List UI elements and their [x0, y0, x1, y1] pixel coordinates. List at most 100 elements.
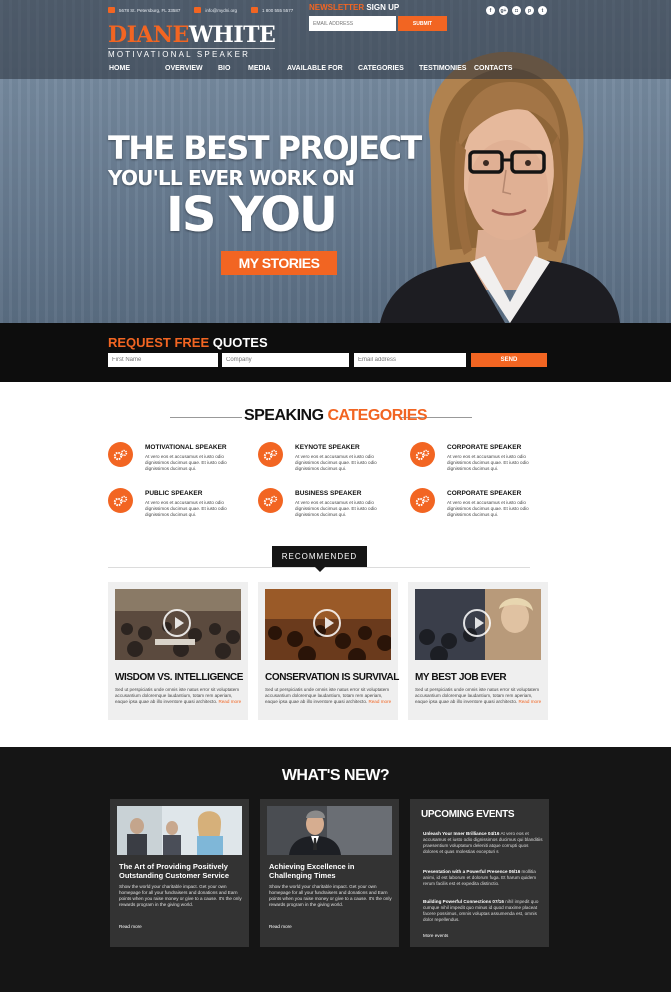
events-card: UPCOMING EVENTS Unleash Your Inner Brill… [410, 799, 549, 947]
card-text: Sed ut perspiciatis unde omnis iste natu… [115, 687, 243, 705]
category-title: CORPORATE SPEAKER [447, 490, 522, 497]
facebook-icon[interactable]: f [486, 6, 495, 15]
nav-testimonies[interactable]: TESTIMONIES [419, 65, 466, 72]
nav-media[interactable]: MEDIA [248, 65, 271, 72]
whats-new-section: WHAT'S NEW? The Art of Providing Positiv… [0, 747, 671, 992]
newsletter-email-input[interactable] [309, 16, 396, 31]
logo-name: DIANEWHITE [108, 22, 276, 48]
whats-new-title: WHAT'S NEW? [281, 767, 390, 784]
card-title[interactable]: MY BEST JOB EVER [415, 672, 507, 683]
video-thumbnail[interactable] [415, 589, 541, 660]
nav-categories[interactable]: CATEGORIES [358, 65, 404, 72]
newsletter-title-rest: SIGN UP [364, 3, 400, 12]
read-more-link[interactable]: Read more [119, 924, 142, 929]
quote-title: REQUEST FREE QUOTES [108, 335, 268, 350]
company-field[interactable] [222, 353, 349, 367]
pinterest-icon[interactable]: p [525, 6, 534, 15]
category-text: At vero eos et accusamus et iusto odio d… [447, 500, 529, 517]
categories-title: SPEAKING CATEGORIES [0, 407, 671, 425]
nav-available-for[interactable]: AVAILABLE FOR [287, 65, 343, 72]
play-icon[interactable] [463, 609, 491, 637]
contact-info: 5678 St. Petersburg, FL 33587 info@mydni… [108, 7, 293, 13]
google-plus-icon[interactable]: g+ [499, 6, 508, 15]
twitter-icon[interactable]: t [538, 6, 547, 15]
nav-overview[interactable]: OVERVIEW [165, 65, 203, 72]
logo-last-name: WHITE [188, 22, 276, 48]
send-button[interactable]: SEND [471, 353, 547, 367]
nav-bio[interactable]: BIO [218, 65, 230, 72]
hero-line-3: IS YOU [166, 187, 338, 243]
news-card[interactable]: The Art of Providing Positively Outstand… [110, 799, 249, 947]
logo-tagline: MOTIVATIONAL SPEAKER [108, 48, 276, 59]
quote-title-rest: QUOTES [209, 335, 268, 350]
event-title[interactable]: Unleash Your Inner Brilliance 04/16 [423, 831, 499, 836]
nav-contacts[interactable]: CONTACTS [474, 65, 512, 72]
more-events-link[interactable]: More events [423, 933, 448, 938]
category-title: KEYNOTE SPEAKER [295, 444, 360, 451]
play-icon[interactable] [163, 609, 191, 637]
read-more-link[interactable]: Read more [368, 699, 391, 704]
read-more-link[interactable]: Read more [269, 924, 292, 929]
social-links: f g+ ◘ p t [486, 6, 547, 15]
email-icon [194, 7, 202, 13]
card-title[interactable]: CONSERVATION IS SURVIVAL [265, 672, 399, 683]
category-title: BUSINESS SPEAKER [295, 490, 362, 497]
read-more-link[interactable]: Read more [518, 699, 541, 704]
quote-title-accent: REQUEST FREE [108, 335, 210, 350]
event-item[interactable]: Unleash Your Inner Brilliance 04/16 At v… [423, 831, 543, 855]
read-more-link[interactable]: Read more [218, 699, 241, 704]
news-card[interactable]: Achieving Excellence in Challenging Time… [260, 799, 399, 947]
category-title: CORPORATE SPEAKER [447, 444, 522, 451]
category-text: At vero eos et accusamus et iusto odio d… [145, 454, 227, 471]
hero-section: 5678 St. Petersburg, FL 33587 info@mydni… [0, 0, 671, 323]
contact-email[interactable]: info@mydni.org [194, 7, 237, 13]
contact-phone-text: 1 800 555 5577 [261, 7, 294, 13]
speaker-portrait [380, 51, 620, 323]
gears-icon [258, 488, 283, 513]
categories-title-dark: SPEAKING [243, 407, 328, 424]
newsletter-form: SUBMIT [309, 16, 447, 31]
phone-icon [250, 7, 258, 13]
news-text: Show the world your charitable impact. G… [119, 884, 242, 907]
news-title[interactable]: Achieving Excellence in Challenging Time… [269, 862, 389, 880]
category-text: At vero eos et accusamus et iusto odio d… [295, 500, 377, 517]
video-thumbnail[interactable] [115, 589, 241, 660]
newsletter-signup: NEWSLETTER SIGN UP SUBMIT [309, 3, 447, 31]
event-title[interactable]: Building Powerful Connections 07/16 [423, 899, 504, 904]
category-text: At vero eos et accusamus et iusto odio d… [145, 500, 227, 517]
newsletter-title: NEWSLETTER SIGN UP [309, 3, 447, 12]
news-title[interactable]: The Art of Providing Positively Outstand… [119, 862, 239, 880]
my-stories-button[interactable]: MY STORIES [221, 251, 337, 275]
recommended-tab: RECOMMENDED [272, 546, 367, 572]
video-thumbnail[interactable] [265, 589, 391, 660]
nav-home[interactable]: HOME [109, 65, 130, 72]
newsletter-submit-button[interactable]: SUBMIT [398, 16, 447, 31]
quote-request-bar: REQUEST FREE QUOTES SEND [0, 323, 671, 382]
contact-phone: 1 800 555 5577 [250, 7, 294, 13]
email-field[interactable] [354, 353, 466, 367]
first-name-field[interactable] [108, 353, 218, 367]
gears-icon [108, 488, 133, 513]
instagram-icon[interactable]: ◘ [512, 6, 521, 15]
gears-icon [258, 442, 283, 467]
contact-email-text[interactable]: info@mydni.org [205, 8, 237, 13]
video-card[interactable]: CONSERVATION IS SURVIVAL Sed ut perspici… [258, 582, 399, 720]
news-image[interactable] [267, 806, 392, 855]
video-card[interactable]: MY BEST JOB EVER Sed ut perspiciatis und… [408, 582, 548, 720]
card-title[interactable]: WISDOM VS. INTELLIGENCE [115, 672, 243, 683]
event-item[interactable]: Presentation with a Powerful Presence 06… [423, 869, 543, 887]
card-text: Sed ut perspiciatis unde omnis iste natu… [265, 687, 393, 705]
gears-icon [410, 442, 435, 467]
categories-title-accent: CATEGORIES [327, 407, 428, 424]
category-text: At vero eos et accusamus et iusto odio d… [447, 454, 529, 471]
play-icon[interactable] [313, 609, 341, 637]
news-image[interactable] [117, 806, 242, 855]
category-title: MOTIVATIONAL SPEAKER [145, 444, 227, 451]
event-title[interactable]: Presentation with a Powerful Presence 06… [423, 869, 520, 874]
event-item[interactable]: Building Powerful Connections 07/16 nihi… [423, 899, 543, 923]
video-card[interactable]: WISDOM VS. INTELLIGENCE Sed ut perspicia… [108, 582, 248, 720]
card-text: Sed ut perspiciatis unde omnis iste natu… [415, 687, 543, 705]
site-logo[interactable]: DIANEWHITE MOTIVATIONAL SPEAKER [108, 22, 276, 59]
newsletter-title-accent: NEWSLETTER [309, 3, 365, 12]
logo-first-name: DIANE [108, 22, 189, 48]
